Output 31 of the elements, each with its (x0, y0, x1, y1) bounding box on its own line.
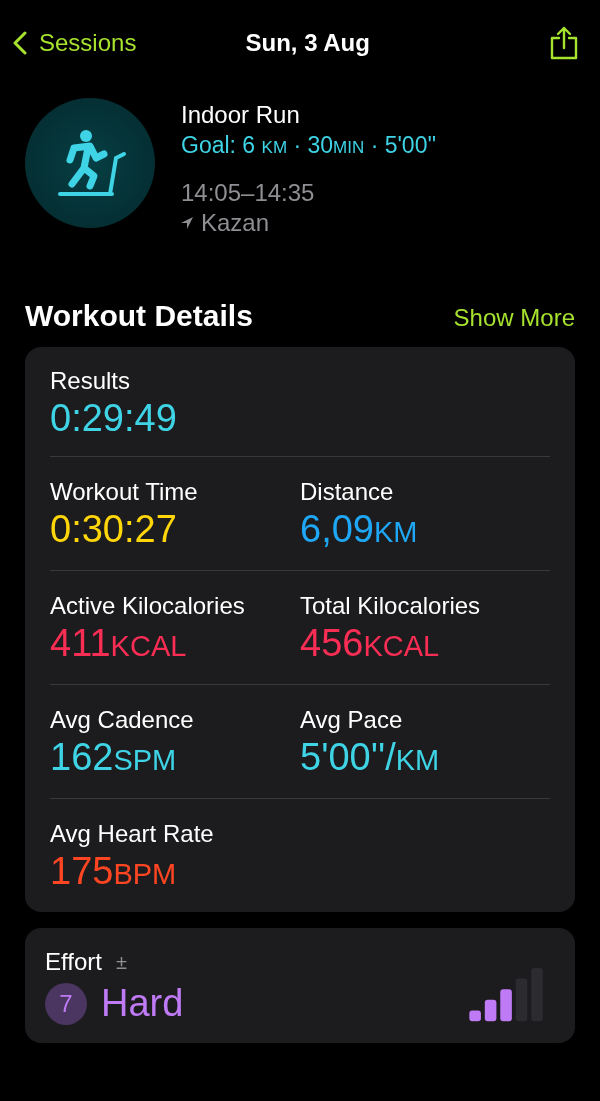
metric-label: Results (50, 367, 132, 395)
metric-label: Avg Pace (300, 706, 404, 734)
page-title: Sun, 3 Aug (245, 29, 370, 57)
workout-time: 14:05–14:35 (181, 178, 316, 208)
metric-label: Active Kilocalories (50, 592, 246, 620)
metric-label: Workout Time (50, 478, 199, 506)
effort-score: 7 (45, 982, 87, 1025)
workout-location: Kazan (201, 209, 270, 237)
effort-label: Effort (45, 948, 102, 976)
location-arrow-icon (181, 217, 193, 229)
metric-value: 411KCAL (50, 621, 188, 666)
metric-label: Avg Heart Rate (50, 820, 215, 848)
effort-rating: Hard (101, 982, 184, 1025)
workout-goal: Goal: 6 KM · 30MIN · 5'00'' (181, 131, 437, 160)
back-button[interactable]: Sessions (13, 29, 137, 57)
workout-name: Indoor Run (181, 100, 301, 130)
metric-label: Avg Cadence (50, 706, 195, 734)
back-chevron-icon (13, 31, 27, 55)
share-icon[interactable] (549, 26, 579, 60)
metric-value: 175BPM (50, 849, 178, 894)
metric-value: 5'00''/KM (300, 735, 441, 780)
metric-value: 0:30:27 (50, 507, 178, 552)
metric-value: 6,09KM (300, 507, 419, 552)
metric-label: Total Kilocalories (300, 592, 482, 620)
metric-value: 0:29:49 (50, 396, 178, 441)
metric-label: Distance (300, 478, 395, 506)
metric-value: 456KCAL (300, 621, 441, 666)
metric-value: 162SPM (50, 735, 178, 780)
show-more-link[interactable]: Show More (453, 304, 575, 332)
section-title: Workout Details (25, 299, 253, 333)
adjust-icon[interactable]: ± (115, 950, 127, 974)
